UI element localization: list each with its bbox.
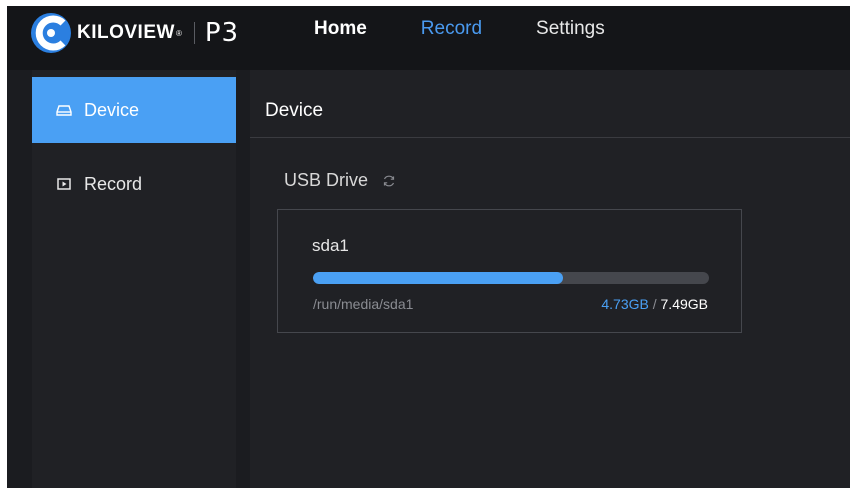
- storage-progress-fill: [313, 272, 564, 284]
- storage-progress-bar: [313, 272, 709, 284]
- kiloview-logo-icon: [31, 13, 71, 53]
- registered-mark: ®: [175, 28, 182, 38]
- nav-record[interactable]: Record: [421, 17, 482, 41]
- main-nav: Home Record Settings: [314, 17, 659, 41]
- usb-drive-label: USB Drive: [284, 170, 369, 190]
- usb-drive-header: USB Drive: [284, 170, 396, 191]
- used-space: 4.73GB: [601, 296, 649, 312]
- nav-home[interactable]: Home: [314, 17, 367, 41]
- drive-card[interactable]: sda1 /run/media/sda1 4.73GB / 7.49GB: [277, 209, 742, 333]
- brand-name: KILOVIEW: [77, 22, 175, 43]
- sidebar-item-record[interactable]: Record: [32, 151, 236, 217]
- drive-icon: [56, 105, 72, 116]
- record-icon: [57, 178, 71, 190]
- app-window: KILOVIEW ® P3 Home Record Settings Devic…: [7, 6, 850, 488]
- refresh-icon[interactable]: [382, 174, 396, 188]
- sidebar-item-label: Record: [84, 173, 143, 194]
- page-title: Device: [265, 100, 324, 121]
- main-panel: Device USB Drive sda1 /run/media/sda1 4.…: [250, 70, 850, 488]
- model-name: P3: [204, 18, 240, 48]
- title-divider: [250, 137, 850, 138]
- usage-separator: /: [652, 296, 657, 312]
- drive-mount-path: /run/media/sda1: [313, 296, 414, 312]
- drive-usage: 4.73GB / 7.49GB: [601, 296, 708, 312]
- total-space: 7.49GB: [660, 296, 708, 312]
- sidebar-item-device[interactable]: Device: [32, 77, 236, 143]
- nav-settings[interactable]: Settings: [536, 17, 605, 41]
- brand-logo[interactable]: KILOVIEW ® P3: [29, 11, 239, 55]
- logo-divider: [193, 22, 195, 44]
- sidebar: Device Record: [32, 70, 236, 488]
- top-bar: KILOVIEW ® P3 Home Record Settings: [7, 6, 850, 70]
- drive-name: sda1: [312, 236, 349, 255]
- sidebar-item-label: Device: [84, 99, 140, 120]
